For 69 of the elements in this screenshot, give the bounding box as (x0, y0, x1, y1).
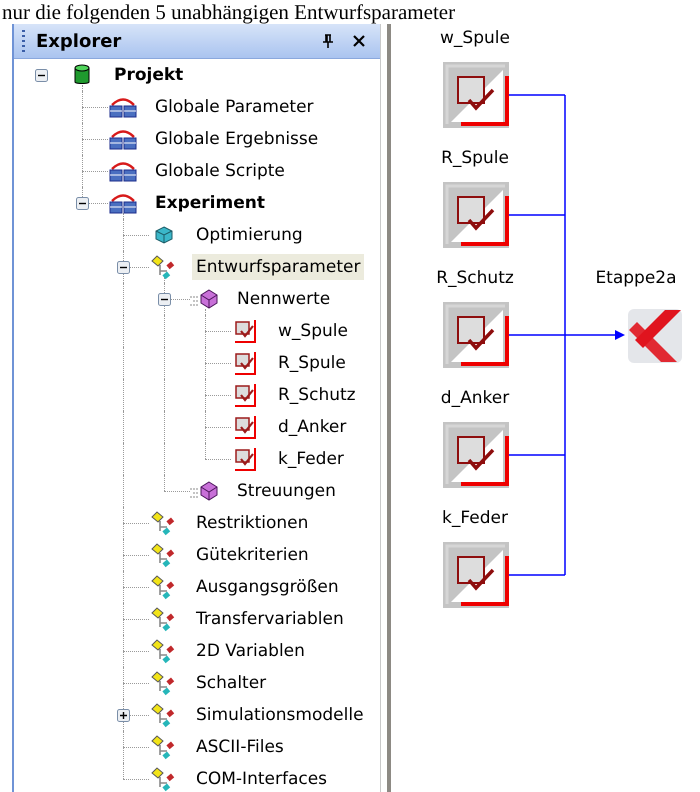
cylinder-icon (74, 64, 90, 86)
parameter-node[interactable] (443, 182, 509, 248)
table-icon (108, 96, 138, 118)
expander-toggle[interactable] (76, 196, 88, 210)
branch-icon (151, 542, 177, 568)
checkbox-icon (233, 318, 259, 344)
cube-icon (190, 288, 220, 310)
tree-item[interactable]: Optimierung (192, 222, 307, 248)
tree-item[interactable]: k_Feder (274, 446, 348, 472)
branch-icon (151, 766, 177, 792)
tree-item[interactable]: Simulationsmodelle (192, 702, 368, 728)
checkbox-icon (233, 446, 259, 472)
branch-icon (151, 510, 177, 536)
tree-item[interactable]: Experiment (151, 190, 269, 216)
pin-icon[interactable] (322, 34, 334, 48)
cube-icon (155, 226, 173, 244)
tree-item[interactable]: Projekt (110, 62, 188, 88)
expander-toggle[interactable] (116, 260, 130, 274)
tree-item[interactable]: COM-Interfaces (192, 766, 332, 792)
expander-toggle[interactable] (34, 68, 48, 82)
tree-item[interactable]: Transfervariablen (192, 606, 348, 632)
branch-icon (151, 670, 177, 696)
tree-item[interactable]: Globale Scripte (151, 158, 289, 184)
parameter-node[interactable] (443, 542, 509, 608)
tree-item[interactable]: 2D Variablen (192, 638, 309, 664)
tree-item[interactable]: w_Spule (274, 318, 352, 344)
node-label: R_Schutz (435, 268, 515, 288)
branch-icon (151, 638, 177, 664)
parameter-node[interactable] (443, 62, 509, 128)
checkbox-icon (233, 414, 259, 440)
tree-item[interactable]: Globale Ergebnisse (151, 126, 322, 152)
branch-icon (151, 734, 177, 760)
tree-item[interactable]: Streuungen (233, 478, 340, 504)
tree-item[interactable]: Entwurfsparameter (192, 254, 364, 280)
table-icon (108, 128, 138, 150)
tree-item[interactable]: Ausgangsgrößen (192, 574, 343, 600)
parameter-node[interactable] (443, 422, 509, 488)
tree-item[interactable]: Restriktionen (192, 510, 312, 536)
tree-item[interactable]: ASCII-Files (192, 734, 288, 760)
grip-icon[interactable] (22, 30, 26, 52)
node-label: k_Feder (441, 508, 509, 528)
document-text: nur die folgenden 5 unabhängigen Entwurfsparameter (1, 0, 456, 24)
branch-icon (151, 254, 177, 280)
branch-icon (151, 702, 177, 728)
node-label: Etappe2a (594, 268, 678, 288)
table-icon (108, 192, 138, 214)
tree-item[interactable]: d_Anker (274, 414, 350, 440)
tree-item[interactable]: Globale Parameter (151, 94, 318, 120)
cube-icon (190, 480, 220, 502)
table-icon (108, 160, 138, 182)
panel-title: Explorer (36, 30, 122, 52)
branch-icon (151, 606, 177, 632)
node-label: R_Spule (440, 148, 510, 168)
checkbox-icon (233, 382, 259, 408)
node-label: d_Anker (440, 388, 510, 408)
branch-icon (151, 574, 177, 600)
stage-node[interactable] (627, 308, 683, 364)
expander-toggle[interactable] (158, 292, 170, 306)
node-label: w_Spule (439, 28, 511, 48)
close-icon[interactable] (352, 34, 366, 48)
expander-toggle[interactable] (116, 708, 130, 722)
tree-item[interactable]: Gütekriterien (192, 542, 313, 568)
arrow (565, 330, 625, 340)
tree-item[interactable]: R_Spule (274, 350, 350, 376)
tree-item[interactable]: Nennwerte (233, 286, 334, 312)
parameter-node[interactable] (443, 302, 509, 368)
checkbox-icon (233, 350, 259, 376)
tree-item[interactable]: R_Schutz (274, 382, 360, 408)
tree-item[interactable]: Schalter (192, 670, 270, 696)
